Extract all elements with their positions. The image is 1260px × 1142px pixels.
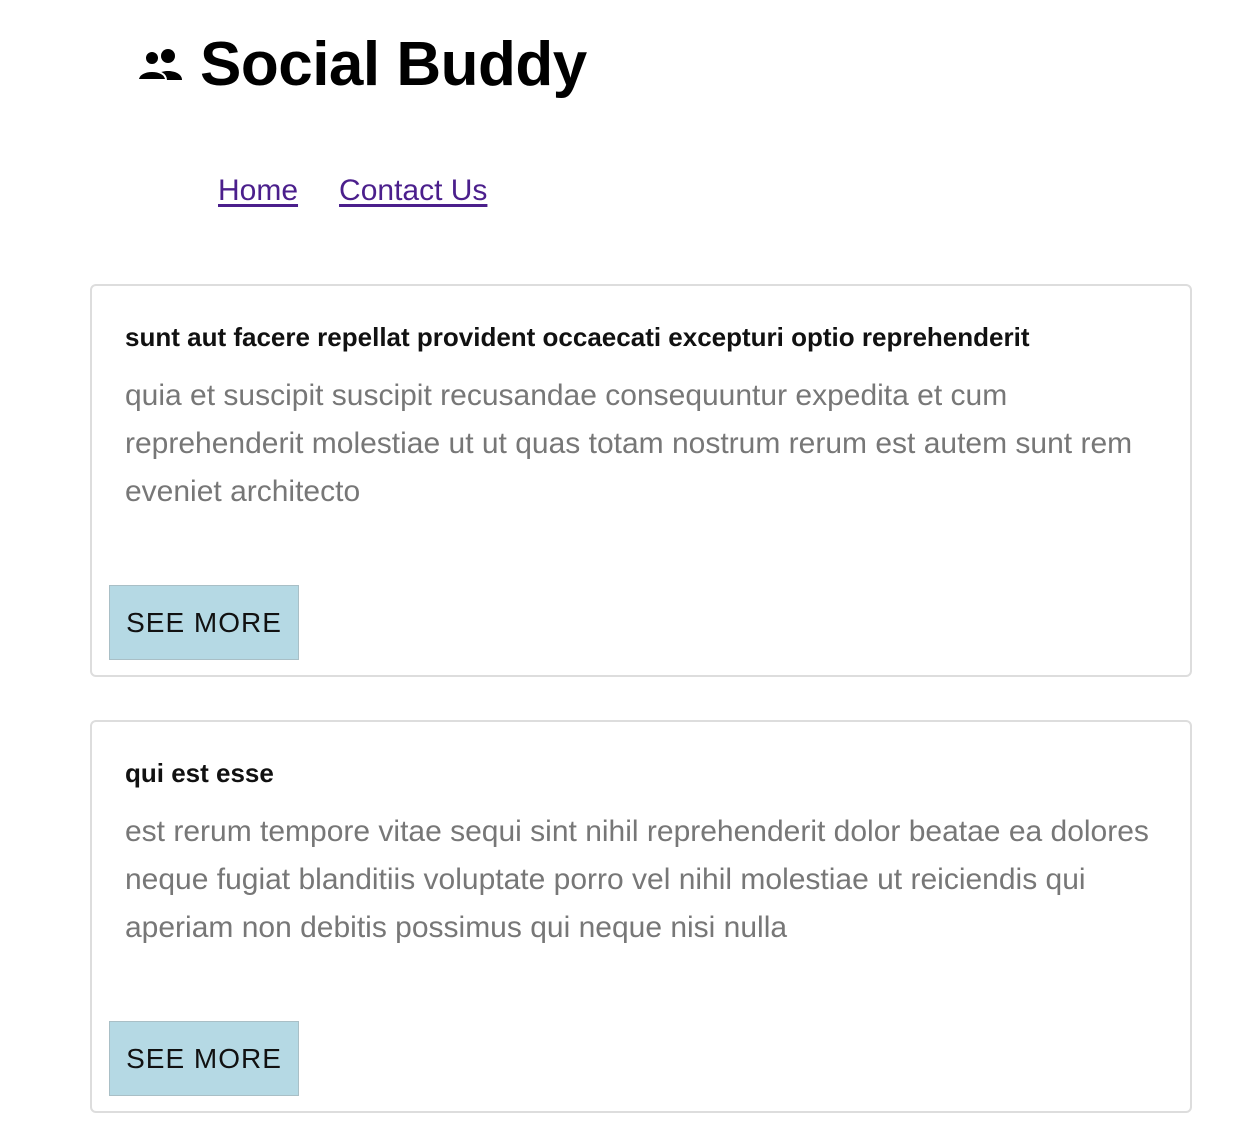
nav-link-home[interactable]: Home — [218, 174, 298, 208]
app-header: Social Buddy — [138, 28, 587, 100]
post-body: quia et suscipit suscipit recusandae con… — [125, 379, 1133, 508]
post-card: sunt aut facere repellat provident occae… — [90, 284, 1192, 677]
nav-link-contact-us[interactable]: Contact Us — [339, 174, 487, 208]
app-title: Social Buddy — [200, 29, 587, 99]
post-card: qui est esse est rerum tempore vitae seq… — [90, 720, 1192, 1113]
see-more-button[interactable]: SEE MORE — [109, 1021, 299, 1096]
see-more-button[interactable]: SEE MORE — [109, 585, 299, 660]
main-nav: Home Contact Us — [218, 174, 487, 208]
post-title: qui est esse — [125, 758, 274, 788]
post-body: est rerum tempore vitae sequi sint nihil… — [125, 815, 1149, 944]
post-title: sunt aut facere repellat provident occae… — [125, 322, 1030, 352]
people-icon — [138, 47, 184, 81]
